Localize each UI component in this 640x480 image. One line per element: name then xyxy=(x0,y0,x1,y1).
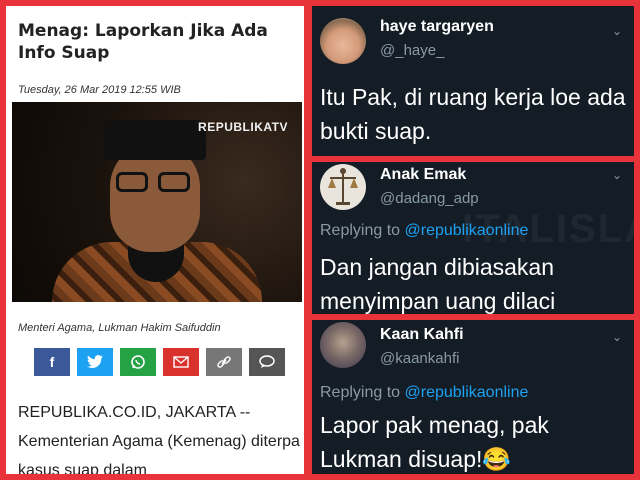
replying-to-label: Replying to xyxy=(320,222,405,239)
tweet-card[interactable]: Kaan Kahfi @kaankahfi ⌄ Replying to @rep… xyxy=(312,320,634,474)
tweet-author-name[interactable]: Kaan Kahfi xyxy=(380,326,464,344)
scales-of-justice-icon xyxy=(328,168,358,205)
photo-person-glasses xyxy=(116,172,194,194)
replying-to-line: Replying to @republikaonline xyxy=(320,384,528,402)
article-body: REPUBLIKA.CO.ID, JAKARTA -- Kementerian … xyxy=(18,404,300,474)
share-bar: f xyxy=(34,348,285,376)
photo-caption: Menteri Agama, Lukman Hakim Saifuddin xyxy=(18,322,221,334)
whatsapp-share-button[interactable] xyxy=(120,348,156,376)
replying-to-line: Replying to @republikaonline xyxy=(320,222,528,240)
tweet-text: Dan jangan dibiasakan menyimpan uang dil… xyxy=(320,254,556,314)
collage-frame: Menag: Laporkan Jika Ada Info Suap Tuesd… xyxy=(0,0,640,480)
copy-link-button[interactable] xyxy=(206,348,242,376)
chevron-down-icon[interactable]: ⌄ xyxy=(612,168,622,182)
comment-button[interactable] xyxy=(249,348,285,376)
mention-link[interactable]: @republikaonline xyxy=(405,384,529,401)
twitter-share-button[interactable] xyxy=(77,348,113,376)
tweet-author-handle[interactable]: @_haye_ xyxy=(380,42,444,59)
email-share-button[interactable] xyxy=(163,348,199,376)
photo-person-peci xyxy=(104,120,206,160)
avatar[interactable] xyxy=(320,322,366,368)
tweet-text: Itu Pak, di ruang kerja loe ada bukti su… xyxy=(320,84,626,144)
mention-link[interactable]: @republikaonline xyxy=(405,222,529,239)
tweet-card[interactable]: Anak Emak @dadang_adp ⌄ ITALISLAMID Repl… xyxy=(312,162,634,314)
whatsapp-icon xyxy=(131,355,145,369)
avatar[interactable] xyxy=(320,164,366,210)
link-icon xyxy=(217,356,231,368)
photo-brand-watermark: REPUBLIKATV xyxy=(198,120,288,134)
tweet-text: Lapor pak menag, pak Lukman disuap!😂 xyxy=(320,412,549,472)
tweet-author-name[interactable]: haye targaryen xyxy=(380,18,494,36)
chevron-down-icon[interactable]: ⌄ xyxy=(612,24,622,38)
mail-icon xyxy=(173,356,189,368)
article-date: Tuesday, 26 Mar 2019 12:55 WIB xyxy=(18,84,181,96)
chevron-down-icon[interactable]: ⌄ xyxy=(612,330,622,344)
twitter-icon xyxy=(87,355,103,368)
facebook-icon: f xyxy=(49,354,55,370)
replying-to-label: Replying to xyxy=(320,384,405,401)
avatar[interactable] xyxy=(320,18,366,64)
tweet-card[interactable]: haye targaryen @_haye_ ⌄ Itu Pak, di rua… xyxy=(312,6,634,156)
tweet-author-handle[interactable]: @dadang_adp xyxy=(380,190,479,207)
comment-icon xyxy=(259,355,275,368)
tweet-author-name[interactable]: Anak Emak xyxy=(380,166,466,184)
article-headline[interactable]: Menag: Laporkan Jika Ada Info Suap xyxy=(18,20,298,64)
article-photo[interactable]: REPUBLIKATV xyxy=(12,102,302,302)
tweet-author-handle[interactable]: @kaankahfi xyxy=(380,350,459,367)
news-article: Menag: Laporkan Jika Ada Info Suap Tuesd… xyxy=(6,6,304,474)
facebook-share-button[interactable]: f xyxy=(34,348,70,376)
